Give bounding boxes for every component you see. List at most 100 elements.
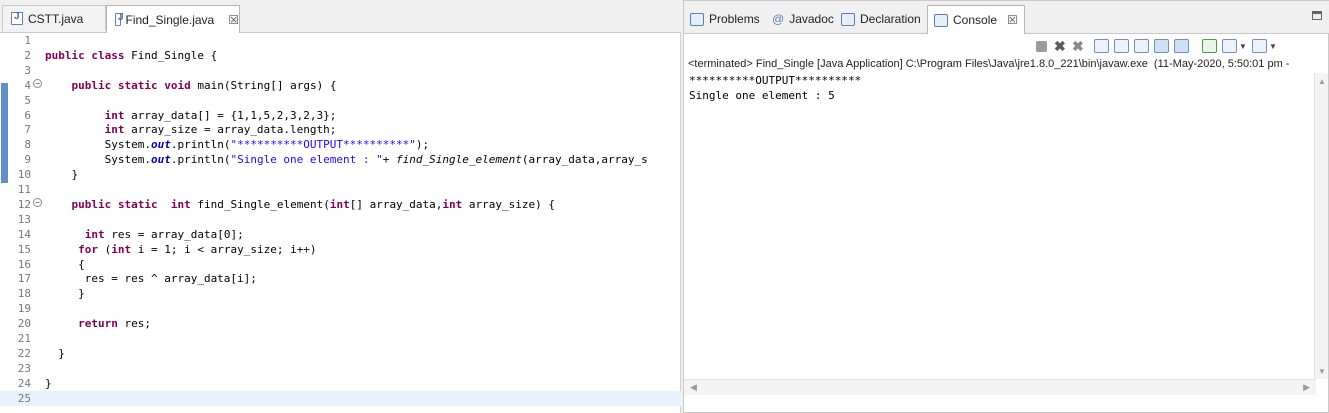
scroll-right-icon[interactable]: ▶ <box>1303 382 1310 393</box>
code-line[interactable]: 13 <box>0 212 681 227</box>
line-number: 15 <box>17 242 31 256</box>
vertical-scrollbar[interactable]: ▲ ▼ <box>1314 73 1328 379</box>
code-line[interactable]: 11 <box>0 182 681 197</box>
line-number: 19 <box>17 302 31 316</box>
maximize-icon[interactable] <box>1312 11 1322 20</box>
code-line[interactable]: 7 int array_size = array_data.length; <box>0 122 681 137</box>
code-line[interactable]: 23 <box>0 361 681 376</box>
line-number: 21 <box>17 332 31 345</box>
show-on-stderr-icon[interactable] <box>1174 39 1189 53</box>
code-text: } <box>45 168 79 182</box>
code-line[interactable]: 3 <box>0 63 681 78</box>
code-text: int res = array_data[0]; <box>84 227 244 241</box>
remove-all-icon[interactable]: ✖ <box>1072 39 1087 53</box>
open-console-icon[interactable] <box>1252 39 1267 53</box>
line-number: 3 <box>24 63 31 77</box>
tab-label: Console <box>953 13 998 27</box>
at-icon: @ <box>772 12 785 26</box>
code-area[interactable]: 1 2 public class Find_Single { 3 4− public s… <box>0 33 681 413</box>
code-text: public static int find_Single_element(in… <box>71 197 556 211</box>
code-line[interactable]: 1 <box>0 33 681 48</box>
code-line[interactable]: 21 <box>0 331 681 346</box>
code-text: { <box>45 257 85 271</box>
line-number: 1 <box>24 34 31 47</box>
code-line[interactable]: 19 <box>0 301 681 316</box>
console-view: Problems @ Javadoc Declaration Console ☒… <box>683 0 1329 413</box>
tab-javadoc[interactable]: @ Javadoc <box>772 7 834 31</box>
tab-find-single-java[interactable]: Find_Single.java ☒ <box>106 5 240 33</box>
line-number: 20 <box>17 317 31 331</box>
code-text: } <box>45 376 52 390</box>
close-icon[interactable]: ☒ <box>1007 13 1018 27</box>
code-line[interactable]: 9 System.out.println("Single one element… <box>0 152 681 167</box>
code-line[interactable]: 2 public class Find_Single { <box>0 48 681 63</box>
horizontal-scrollbar[interactable]: ◀ ▶ <box>684 379 1316 395</box>
close-icon[interactable]: ☒ <box>228 13 239 27</box>
code-line[interactable]: 10 } <box>0 167 681 182</box>
display-console-icon[interactable] <box>1222 39 1237 53</box>
line-number: 12 <box>17 197 31 211</box>
code-line[interactable]: 4− public static void main(String[] args… <box>0 78 681 93</box>
line-number: 2 <box>24 48 31 62</box>
line-number: 18 <box>17 287 31 301</box>
code-text: public static void main(String[] args) { <box>71 78 337 92</box>
line-number: 8 <box>24 138 31 152</box>
code-text: public class Find_Single { <box>45 48 218 62</box>
java-file-icon <box>115 12 123 26</box>
output-line: Single one element : 5 <box>689 89 835 102</box>
code-line[interactable]: 24} <box>0 376 681 391</box>
line-number: 24 <box>17 376 31 390</box>
tab-label: Problems <box>709 12 760 26</box>
code-line[interactable]: 15 for (int i = 1; i < array_size; i++) <box>0 242 681 257</box>
line-number: 10 <box>17 168 31 182</box>
chevron-down-icon[interactable]: ▼ <box>1239 42 1247 56</box>
tab-declaration[interactable]: Declaration <box>841 7 921 31</box>
code-line[interactable]: 22 } <box>0 346 681 361</box>
code-text: int array_data[] = {1,1,5,2,3,2,3}; <box>104 108 337 122</box>
line-number: 7 <box>24 123 31 137</box>
code-line[interactable]: 17 res = res ^ array_data[i]; <box>0 271 681 286</box>
clear-console-icon[interactable] <box>1094 39 1109 53</box>
problems-icon <box>690 12 704 26</box>
tab-console[interactable]: Console ☒ <box>927 5 1025 34</box>
scroll-left-icon[interactable]: ◀ <box>690 382 697 393</box>
code-line[interactable]: 5 <box>0 93 681 108</box>
code-text: } <box>45 346 65 360</box>
code-editor[interactable]: CSTT.java Find_Single.java ☒ 12 public cl… <box>0 0 681 413</box>
tab-cstt-java[interactable]: CSTT.java <box>2 5 106 31</box>
code-line[interactable]: 20 return res; <box>0 316 681 331</box>
code-line[interactable]: 25 <box>0 390 681 406</box>
console-output[interactable]: **********OUTPUT********** Single one el… <box>689 73 1309 103</box>
code-line[interactable]: 6 int array_data[] = {1,1,5,2,3,2,3}; <box>0 108 681 123</box>
scroll-down-icon[interactable]: ▼ <box>1318 367 1326 376</box>
code-line[interactable]: 18 } <box>0 286 681 301</box>
tab-label: Find_Single.java <box>125 12 215 27</box>
tab-problems[interactable]: Problems <box>690 7 760 31</box>
remove-launch-icon[interactable]: ✖ <box>1054 39 1069 53</box>
code-text: System.out.println("Single one element :… <box>45 153 648 167</box>
console-icon <box>934 13 948 27</box>
editor-tab-bar: CSTT.java Find_Single.java ☒ <box>0 0 681 33</box>
pin-console-icon[interactable] <box>1202 39 1217 53</box>
line-number: 5 <box>24 93 31 107</box>
chevron-down-icon[interactable]: ▼ <box>1269 42 1277 56</box>
line-number: 13 <box>17 212 31 226</box>
code-text: int array_size = array_data.length; <box>104 123 337 137</box>
scroll-up-icon[interactable]: ▲ <box>1318 77 1326 86</box>
tab-label: Javadoc <box>789 12 834 26</box>
fold-toggle-icon[interactable]: − <box>33 78 42 88</box>
scroll-lock-icon[interactable] <box>1114 39 1129 53</box>
terminate-icon[interactable] <box>1036 41 1047 52</box>
console-toolbar: ✖ ✖ ▼ ▼ <box>684 35 1329 57</box>
code-line[interactable]: 14 int res = array_data[0]; <box>0 227 681 242</box>
code-line[interactable]: 16 { <box>0 257 681 272</box>
word-wrap-icon[interactable] <box>1134 39 1149 53</box>
show-on-stdout-icon[interactable] <box>1154 39 1169 53</box>
code-text: } <box>45 287 85 301</box>
code-text: return res; <box>78 317 151 331</box>
code-line[interactable]: 12− public static int find_Single_elemen… <box>0 197 681 212</box>
line-number: 25 <box>17 391 31 405</box>
code-line[interactable]: 8 System.out.println("**********OUTPUT**… <box>0 137 681 152</box>
line-number: 16 <box>17 257 31 271</box>
fold-toggle-icon[interactable]: − <box>33 197 42 207</box>
